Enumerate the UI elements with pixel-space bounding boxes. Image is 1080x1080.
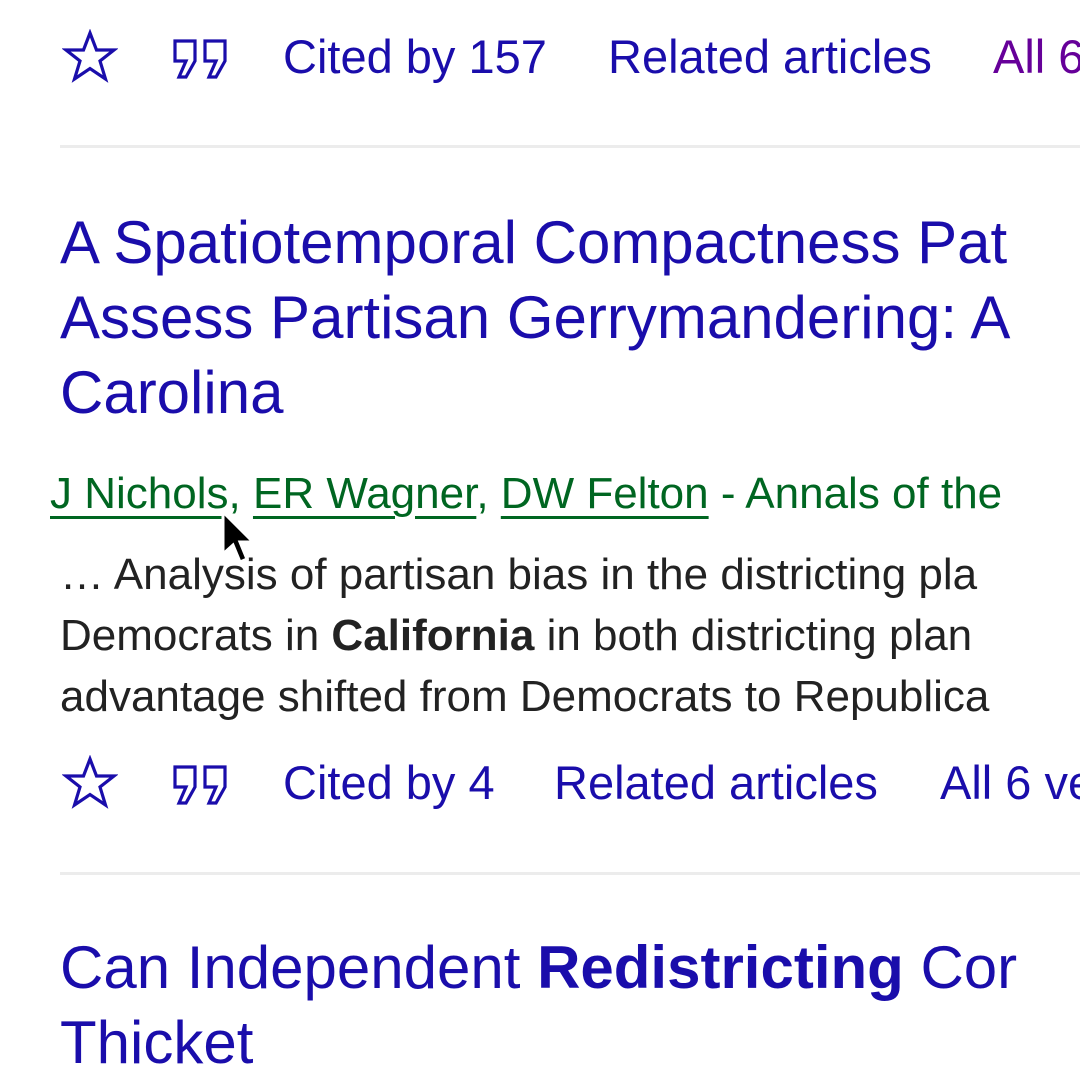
result1-actions: Cited by 157 Related articles All 6 [0, 22, 1080, 92]
snippet-text: Democrats in [60, 611, 332, 660]
author-separator: , [476, 469, 489, 518]
all-versions-link[interactable]: All 6 [993, 22, 1080, 92]
result-divider [60, 145, 1080, 148]
title-text: Can Independent [60, 934, 538, 1001]
result2-actions: Cited by 4 Related articles All 6 ve [0, 748, 1080, 818]
title-text: Cor [903, 934, 1018, 1001]
title-line: A Spatiotemporal Compactness Pat [60, 209, 1008, 276]
snippet-line: … Analysis of partisan bias in the distr… [60, 550, 978, 599]
quote-icon[interactable] [172, 36, 230, 91]
title-line: Can Independent Redistricting Cor [60, 934, 1017, 1001]
star-icon[interactable] [61, 28, 119, 96]
snippet-text: in both districting plan [534, 611, 973, 660]
cited-by-link[interactable]: Cited by 157 [283, 22, 547, 92]
snippet-line: advantage shifted from Democrats to Repu… [60, 672, 990, 721]
cited-by-link[interactable]: Cited by 4 [283, 748, 495, 818]
venue-text: - Annals of the [708, 469, 1003, 518]
author-line: J Nichols, ER Wagner, DW Felton - Annals… [50, 464, 1002, 524]
snippet-line: Democrats in California in both district… [60, 611, 972, 660]
result-divider [60, 872, 1080, 875]
all-versions-link[interactable]: All 6 ve [940, 748, 1080, 818]
title-line: Thicket [60, 1009, 254, 1076]
quote-icon[interactable] [172, 762, 230, 817]
result-title-link[interactable]: A Spatiotemporal Compactness Pat Assess … [60, 205, 1010, 430]
author-link[interactable]: J Nichols [50, 469, 229, 518]
related-articles-link[interactable]: Related articles [608, 22, 932, 92]
title-highlight: Redistricting [537, 934, 904, 1001]
related-articles-link[interactable]: Related articles [554, 748, 878, 818]
star-icon[interactable] [61, 754, 119, 822]
title-line: Carolina [60, 359, 284, 426]
result-snippet: … Analysis of partisan bias in the distr… [60, 544, 989, 727]
title-line: Assess Partisan Gerrymandering: A [60, 284, 1011, 351]
mouse-pointer-icon [221, 510, 257, 564]
snippet-highlight: California [331, 611, 535, 660]
result-title-link[interactable]: Can Independent Redistricting Cor Thicke… [60, 930, 1017, 1080]
author-link[interactable]: ER Wagner [253, 469, 476, 518]
author-link[interactable]: DW Felton [501, 469, 709, 518]
